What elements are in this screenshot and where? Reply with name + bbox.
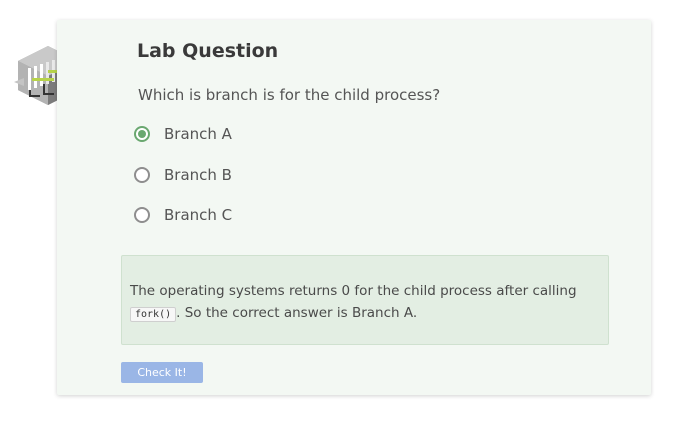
lab-question-card: Lab Question Which is branch is for the … xyxy=(57,20,651,395)
feedback-text-end: . So the correct answer is Branch A. xyxy=(176,305,418,321)
option-label: Branch B xyxy=(164,166,232,184)
code-snippet: fork() xyxy=(130,307,177,322)
radio-button[interactable] xyxy=(134,167,150,183)
check-it-button[interactable]: Check It! xyxy=(121,362,203,383)
radio-button-selected[interactable] xyxy=(134,126,150,142)
feedback-box: The operating systems returns 0 for the … xyxy=(121,255,609,345)
lab-title: Lab Question xyxy=(137,40,279,62)
question-text: Which is branch is for the child process… xyxy=(138,86,441,104)
option-branch-b[interactable]: Branch B xyxy=(134,166,232,184)
radio-button[interactable] xyxy=(134,207,150,223)
feedback-text: The operating systems returns 0 for the … xyxy=(130,283,577,299)
option-label: Branch A xyxy=(164,125,232,143)
option-branch-c[interactable]: Branch C xyxy=(134,206,232,224)
option-label: Branch C xyxy=(164,206,233,224)
option-branch-a[interactable]: Branch A xyxy=(134,125,232,143)
